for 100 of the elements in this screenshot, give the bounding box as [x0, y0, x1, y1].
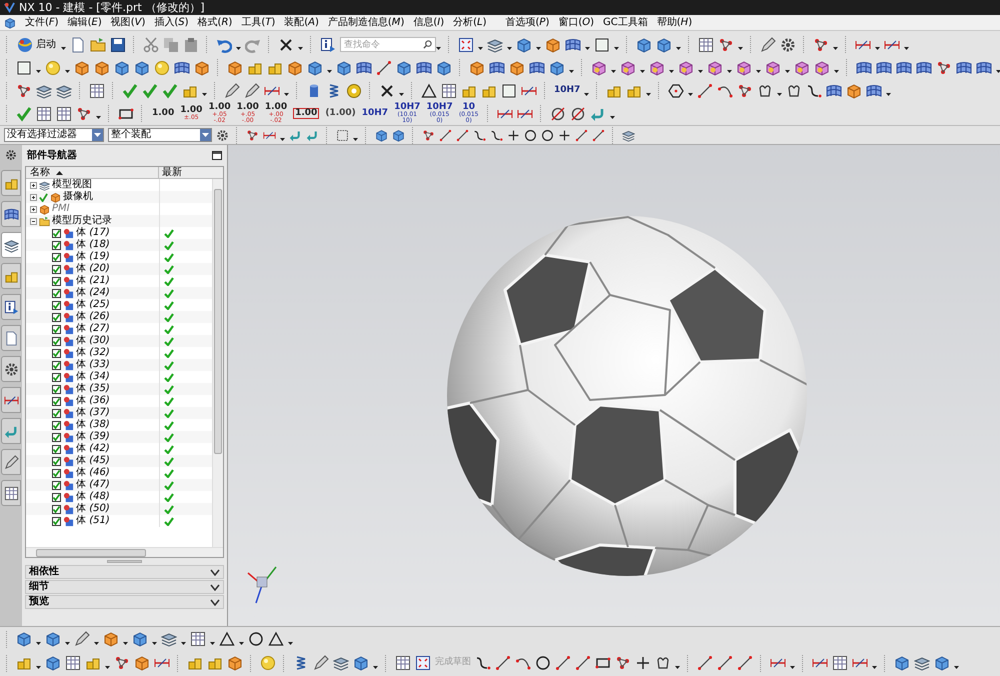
layers-icon[interactable] [622, 128, 635, 142]
line-icon[interactable] [376, 60, 392, 76]
caret-icon[interactable] [210, 642, 215, 644]
checkbox[interactable] [52, 360, 61, 370]
caret-icon[interactable] [478, 47, 483, 50]
caret-icon[interactable] [202, 93, 207, 96]
caret-icon[interactable] [123, 642, 128, 644]
paste-icon[interactable] [183, 36, 199, 52]
checkbox[interactable] [52, 228, 61, 238]
caret-icon[interactable] [36, 666, 41, 668]
tree-item[interactable]: 体 (27) [76, 324, 110, 334]
caret-icon[interactable] [239, 642, 244, 644]
caret-icon[interactable] [280, 138, 285, 140]
caret-icon[interactable] [834, 70, 839, 73]
tree-item[interactable]: 体 (18) [76, 240, 110, 250]
cube-icon[interactable] [336, 60, 352, 76]
checkbox[interactable] [52, 252, 61, 262]
surface-icon[interactable] [529, 60, 545, 76]
checkbox[interactable] [52, 420, 61, 430]
caret-icon[interactable] [610, 116, 615, 119]
caret-icon[interactable] [611, 70, 616, 73]
selection-filter-dropdown[interactable]: 没有选择过滤器 [4, 128, 104, 142]
box-icon[interactable] [846, 82, 862, 98]
box-icon[interactable] [736, 60, 752, 76]
table-icon[interactable] [56, 106, 72, 122]
checkbox[interactable] [52, 432, 61, 442]
points-icon[interactable] [936, 60, 952, 76]
caret-icon[interactable] [904, 47, 909, 50]
tree-item[interactable]: 体 (51) [76, 516, 110, 526]
table-icon[interactable] [89, 82, 105, 98]
box-icon[interactable] [287, 60, 303, 76]
cube-icon[interactable] [656, 36, 672, 52]
box-icon[interactable] [707, 60, 723, 76]
caret-icon[interactable] [738, 47, 743, 50]
expand-icon[interactable] [30, 182, 37, 188]
menu-item[interactable]: 工具(T) [241, 18, 276, 28]
tree-item[interactable]: 体 (46) [76, 468, 110, 478]
cube-icon[interactable] [45, 655, 61, 671]
navigator-tab[interactable] [1, 232, 21, 258]
menu-item[interactable]: 格式(R) [198, 18, 232, 28]
box-icon[interactable] [227, 655, 243, 671]
tree-item[interactable]: 体 (17) [76, 228, 110, 238]
checkbox[interactable] [52, 516, 61, 526]
caret-icon[interactable] [94, 642, 99, 644]
checkbox[interactable] [52, 312, 61, 322]
check-icon[interactable] [122, 82, 138, 98]
cross-icon[interactable] [379, 82, 395, 98]
profile-icon[interactable] [786, 82, 802, 98]
checkbox[interactable] [52, 408, 61, 418]
curve-icon[interactable] [806, 82, 822, 98]
cube-icon[interactable] [114, 60, 130, 76]
surface-icon[interactable] [565, 36, 581, 52]
box-icon[interactable] [649, 60, 665, 76]
caret-icon[interactable] [536, 47, 541, 50]
navigator-tab[interactable] [1, 449, 21, 475]
box-icon[interactable] [814, 60, 830, 76]
caret-icon[interactable] [727, 70, 732, 73]
menu-item[interactable]: 文件(F) [25, 18, 59, 28]
caret-icon[interactable] [65, 642, 70, 644]
checkbox[interactable] [52, 468, 61, 478]
box-icon[interactable] [74, 60, 90, 76]
caret-icon[interactable] [584, 93, 590, 96]
section-header[interactable]: 细节 [25, 580, 224, 594]
menu-item[interactable]: 插入(S) [154, 18, 189, 28]
cross-icon[interactable] [278, 36, 294, 52]
surface-icon[interactable] [976, 60, 992, 76]
square-icon[interactable] [594, 36, 610, 52]
table-icon[interactable] [832, 655, 848, 671]
surface-icon[interactable] [956, 60, 972, 76]
caret-icon[interactable] [436, 47, 441, 50]
box-icon[interactable] [678, 60, 694, 76]
selection-icon[interactable] [336, 128, 349, 142]
profile-icon[interactable] [655, 655, 671, 671]
surface-icon[interactable] [856, 60, 872, 76]
circle-icon[interactable] [248, 631, 264, 647]
menu-item[interactable]: 帮助(H) [656, 18, 692, 28]
surface-icon[interactable] [896, 60, 912, 76]
fit-tool[interactable]: 10H7 [554, 86, 580, 95]
caret-icon[interactable] [872, 666, 877, 668]
points-icon[interactable] [718, 36, 734, 52]
cube-icon[interactable] [307, 60, 323, 76]
line-icon[interactable] [495, 655, 511, 671]
tree-item[interactable]: 体 (45) [76, 456, 110, 466]
caret-icon[interactable] [105, 666, 110, 668]
vertical-scrollbar[interactable] [212, 179, 223, 547]
checkbox[interactable] [52, 384, 61, 394]
box-icon[interactable] [94, 60, 110, 76]
circle-icon[interactable] [541, 128, 554, 142]
menu-item[interactable]: GC工具箱 [603, 18, 648, 28]
box-icon[interactable] [591, 60, 607, 76]
triangle-icon[interactable] [421, 82, 437, 98]
horizontal-scrollbar[interactable] [26, 547, 223, 557]
tree-item[interactable]: 体 (24) [76, 288, 110, 298]
layers-icon[interactable] [487, 36, 503, 52]
caret-icon[interactable] [756, 70, 761, 73]
navigator-tab[interactable] [1, 387, 21, 413]
settings-icon[interactable] [5, 149, 17, 161]
caret-icon[interactable] [399, 93, 404, 96]
ring-icon[interactable] [346, 82, 362, 98]
plus-icon[interactable] [635, 655, 651, 671]
